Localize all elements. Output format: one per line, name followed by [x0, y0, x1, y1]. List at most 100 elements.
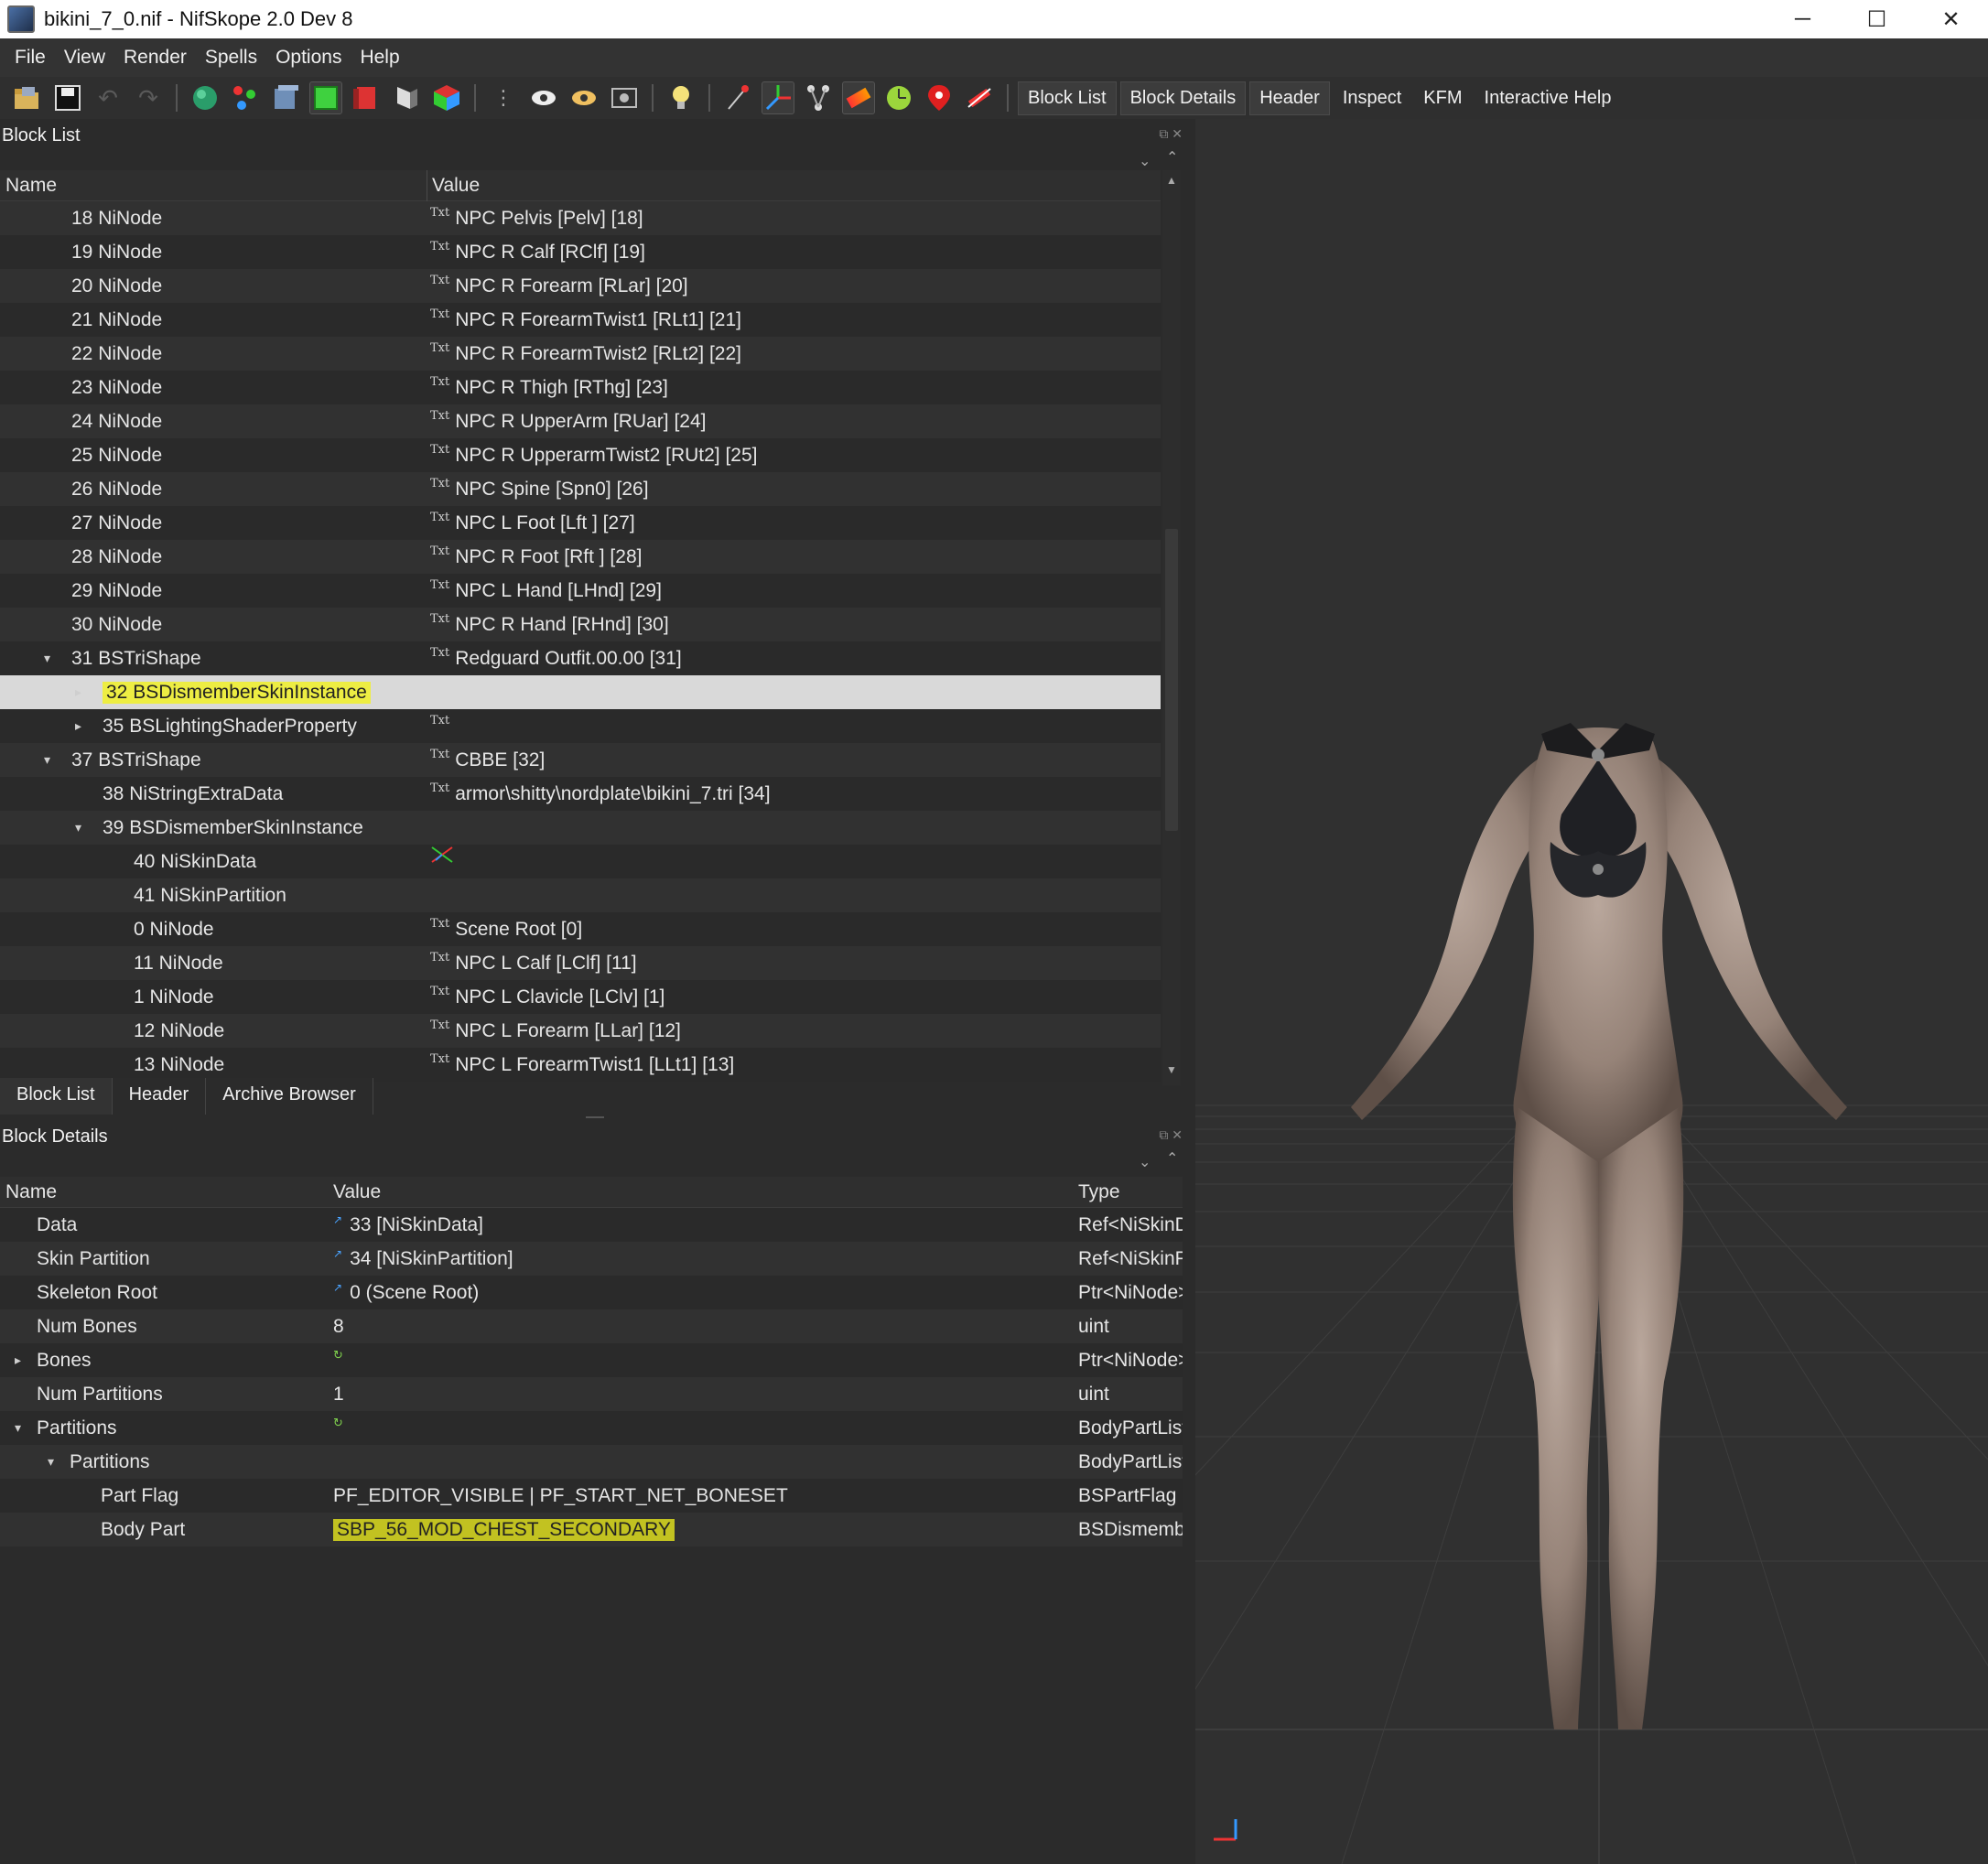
collapse-arrow-icon[interactable]: ▾ [44, 651, 50, 666]
menu-options[interactable]: Options [266, 47, 351, 69]
block-list-row[interactable]: 1 NiNode Txt NPC L Clavicle [LClv] [1] [0, 980, 1161, 1014]
block-list-tree[interactable]: 18 NiNode Txt NPC Pelvis [Pelv] [18] 19 NiN… [0, 201, 1161, 1116]
block-list-row[interactable]: 30 NiNode Txt NPC R Hand [RHnd] [30] [0, 608, 1161, 641]
detail-row[interactable]: Part Flag PF_EDITOR_VISIBLE | PF_START_NE… [0, 1479, 1183, 1513]
menu-render[interactable]: Render [114, 47, 196, 69]
toggle-interactive-help[interactable]: Interactive Help [1475, 82, 1621, 114]
field-value[interactable]: 1 [333, 1384, 344, 1406]
dock-float-close-icon[interactable]: ⧉ ✕ [1159, 126, 1183, 142]
block-list-row[interactable]: 18 NiNode Txt NPC Pelvis [Pelv] [18] [0, 201, 1161, 235]
block-list-row[interactable]: 0 NiNode Txt Scene Root [0] [0, 912, 1161, 946]
collapse-arrow-icon[interactable]: ▾ [15, 1420, 21, 1436]
menu-help[interactable]: Help [351, 47, 408, 69]
detail-row[interactable]: Num Partitions 1 uint [0, 1377, 1183, 1411]
block-list-row[interactable]: 22 NiNode Txt NPC R ForearmTwist2 [RLt2] [… [0, 337, 1161, 371]
view-user-icon[interactable] [390, 81, 423, 114]
block-list-row[interactable]: ▸ 35 BSLightingShaderProperty Txt [0, 709, 1161, 743]
expand-all-icon[interactable]: ⌃ [1166, 1149, 1178, 1168]
undo-icon[interactable]: ↶ [92, 81, 124, 114]
detail-row[interactable]: ▾ Partitions ↻ BodyPartList [0, 1411, 1183, 1445]
field-value[interactable]: 34 [NiSkinPartition] [350, 1248, 513, 1270]
block-list-row[interactable]: ▾ 39 BSDismemberSkinInstance [0, 811, 1161, 845]
column-value-header[interactable]: Value [333, 1181, 381, 1203]
column-value-header[interactable]: Value [432, 175, 480, 197]
tab-header[interactable]: Header [112, 1078, 207, 1115]
toggle-block-details[interactable]: Block Details [1119, 81, 1247, 115]
timer-icon[interactable] [882, 81, 915, 114]
lighting-icon[interactable] [664, 81, 697, 114]
block-list-row[interactable]: 24 NiNode Txt NPC R UpperArm [RUar] [24] [0, 404, 1161, 438]
walk-mode-icon[interactable]: ⋮ [487, 81, 520, 114]
axes-tool-icon[interactable] [762, 81, 794, 114]
block-list-row[interactable]: 27 NiNode Txt NPC L Foot [Lft ] [27] [0, 506, 1161, 540]
block-list-row[interactable]: 11 NiNode Txt NPC L Calf [LClf] [11] [0, 946, 1161, 980]
menu-spells[interactable]: Spells [196, 47, 266, 69]
column-name-header[interactable]: Name [5, 1181, 57, 1203]
detail-row[interactable]: ▸ Bones ↻ Ptr<NiNode> [0, 1343, 1183, 1377]
maximize-button[interactable]: ☐ [1840, 0, 1914, 38]
collapse-all-icon[interactable]: ⌄ [1139, 1153, 1151, 1171]
field-value[interactable]: 8 [333, 1316, 344, 1338]
toggle-kfm[interactable]: KFM [1414, 82, 1471, 114]
expand-arrow-icon[interactable]: ▸ [75, 718, 81, 734]
show-nodes-icon[interactable] [567, 81, 600, 114]
block-list-row[interactable]: 29 NiNode Txt NPC L Hand [LHnd] [29] [0, 574, 1161, 608]
field-value[interactable]: 33 [NiSkinData] [350, 1214, 483, 1236]
block-list-row[interactable]: 23 NiNode Txt NPC R Thigh [RThg] [23] [0, 371, 1161, 404]
link-ref-icon[interactable]: ↗ [333, 1281, 342, 1294]
block-list-row[interactable]: 12 NiNode Txt NPC L Forearm [LLar] [12] [0, 1014, 1161, 1048]
detail-row[interactable]: Num Bones 8 uint [0, 1309, 1183, 1343]
column-name-header[interactable]: Name [5, 175, 57, 197]
block-list-row[interactable]: 21 NiNode Txt NPC R ForearmTwist1 [RLt1] [… [0, 303, 1161, 337]
field-value[interactable]: 0 (Scene Root) [350, 1282, 479, 1304]
collapse-all-icon[interactable]: ⌄ [1139, 152, 1151, 170]
detail-row[interactable]: ▾ Partitions BodyPartList [0, 1445, 1183, 1479]
link-ref-icon[interactable]: ↗ [333, 1213, 342, 1226]
block-list-row[interactable]: 19 NiNode Txt NPC R Calf [RClf] [19] [0, 235, 1161, 269]
collapse-arrow-icon[interactable]: ▾ [48, 1454, 54, 1470]
detail-row[interactable]: Skin Partition ↗ 34 [NiSkinPartition] Ref<N… [0, 1242, 1183, 1276]
menu-view[interactable]: View [55, 47, 114, 69]
scrollbar-thumb[interactable] [1165, 529, 1178, 831]
block-list-row[interactable]: 38 NiStringExtraData Txt armor\shitty\nord… [0, 777, 1161, 811]
close-button[interactable]: ✕ [1914, 0, 1988, 38]
tab-archive-browser[interactable]: Archive Browser [206, 1078, 373, 1115]
link-ref-icon[interactable]: ↗ [333, 1247, 342, 1260]
cut-tool-icon[interactable] [963, 81, 996, 114]
block-list-row[interactable]: 25 NiNode Txt NPC R UpperarmTwist2 [RUt2] … [0, 438, 1161, 472]
skeleton-tool-icon[interactable] [802, 81, 835, 114]
globe-select-icon[interactable] [189, 81, 221, 114]
minimize-button[interactable]: ─ [1766, 0, 1840, 38]
block-list-row[interactable]: ▾ 31 BSTriShape Txt Redguard Outfit.00.00 [… [0, 641, 1161, 675]
toggle-block-list[interactable]: Block List [1018, 81, 1117, 115]
block-list-row[interactable]: 13 NiNode Txt NPC L ForearmTwist1 [LLt1] [… [0, 1048, 1161, 1082]
block-list-row[interactable]: 26 NiNode Txt NPC Spine [Spn0] [26] [0, 472, 1161, 506]
redo-icon[interactable]: ↷ [132, 81, 165, 114]
view-side-icon[interactable] [350, 81, 383, 114]
save-file-icon[interactable] [51, 81, 84, 114]
block-list-row[interactable]: ▸ 32 BSDismemberSkinInstance [0, 675, 1161, 709]
scroll-down-icon[interactable]: ▼ [1166, 1063, 1177, 1076]
open-file-icon[interactable] [11, 81, 44, 114]
detail-row[interactable]: Skeleton Root ↗ 0 (Scene Root) Ptr<NiNode> [0, 1276, 1183, 1309]
block-list-row[interactable]: 41 NiSkinPartition [0, 878, 1161, 912]
expand-arrow-icon[interactable]: ▸ [15, 1352, 21, 1368]
view-front-icon[interactable] [309, 81, 342, 114]
menu-file[interactable]: File [5, 47, 55, 69]
field-value[interactable]: PF_EDITOR_VISIBLE | PF_START_NET_BONESET [333, 1485, 788, 1507]
show-hidden-icon[interactable] [527, 81, 560, 114]
node-tree-icon[interactable] [229, 81, 262, 114]
detail-row[interactable]: Body Part SBP_56_MOD_CHEST_SECONDARY BSDis… [0, 1513, 1183, 1546]
block-list-row[interactable]: 20 NiNode Txt NPC R Forearm [RLar] [20] [0, 269, 1161, 303]
array-update-icon[interactable]: ↻ [333, 1416, 343, 1430]
vertex-tool-icon[interactable] [721, 81, 754, 114]
expand-arrow-icon[interactable]: ▸ [75, 684, 81, 700]
field-value[interactable]: SBP_56_MOD_CHEST_SECONDARY [333, 1518, 675, 1541]
column-type-header[interactable]: Type [1078, 1181, 1120, 1203]
screenshot-icon[interactable] [608, 81, 641, 114]
view-perspective-icon[interactable] [430, 81, 463, 114]
toggle-inspect[interactable]: Inspect [1334, 82, 1410, 114]
location-pin-icon[interactable] [923, 81, 956, 114]
collapse-arrow-icon[interactable]: ▾ [75, 820, 81, 835]
block-list-row[interactable]: ▾ 37 BSTriShape Txt CBBE [32] [0, 743, 1161, 777]
